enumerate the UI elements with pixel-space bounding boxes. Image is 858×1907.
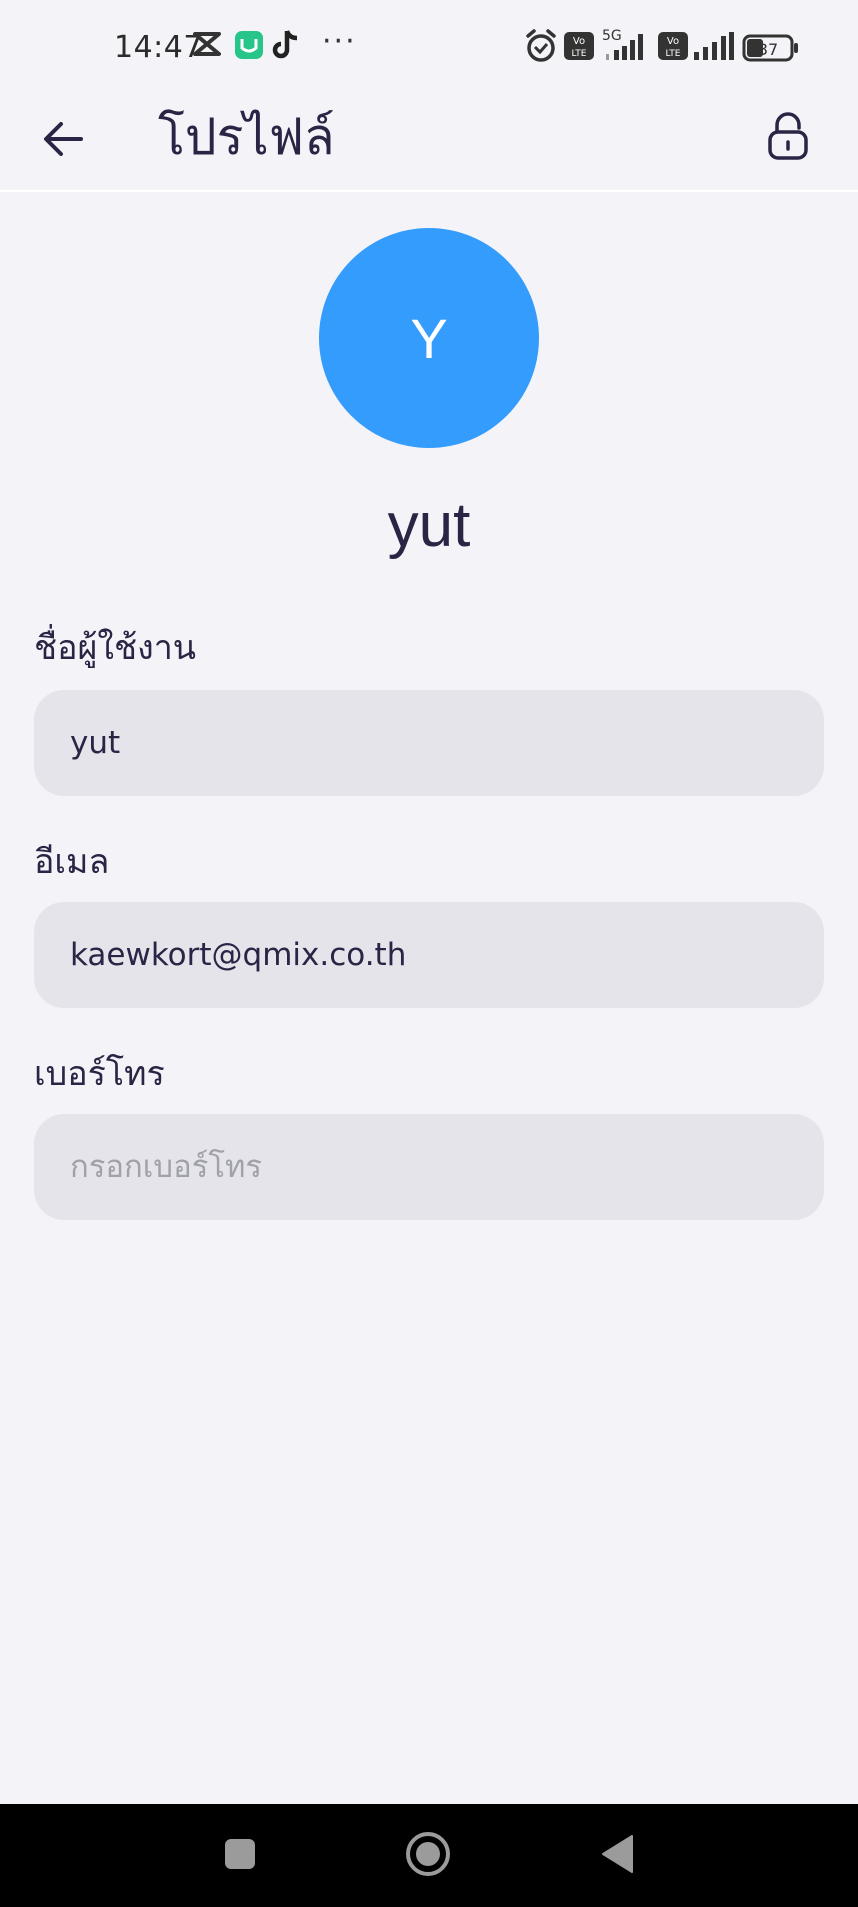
battery-level: 37	[758, 40, 778, 59]
email-field[interactable]	[34, 902, 824, 1008]
nav-back-button[interactable]	[588, 1824, 648, 1884]
status-time: 14:47	[114, 30, 203, 65]
volte-icon-2: Vo LTE	[658, 32, 688, 72]
alarm-icon	[524, 28, 558, 68]
status-bar: 14:47 ··· Vo LTE 5G Vo LTE 37	[0, 0, 858, 96]
battery-icon: 37	[742, 34, 800, 74]
username-field[interactable]	[34, 690, 824, 796]
page-title: โปรไฟล์	[158, 108, 335, 166]
tiktok-icon	[272, 28, 302, 64]
avatar-initial: Y	[410, 306, 448, 370]
back-button[interactable]	[34, 110, 92, 168]
signal-5g-icon: 5G	[600, 24, 654, 64]
circle-home-icon	[406, 1832, 450, 1876]
svg-text:LTE: LTE	[572, 49, 587, 59]
phone-field[interactable]	[34, 1114, 824, 1220]
email-label: อีเมล	[34, 842, 110, 882]
arrow-left-icon	[44, 122, 83, 156]
home-button[interactable]	[398, 1824, 458, 1884]
volte-icon: Vo LTE	[564, 32, 594, 72]
signal-icon	[692, 32, 734, 72]
svg-text:LTE: LTE	[666, 49, 681, 59]
triangle-back-icon	[602, 1835, 633, 1873]
lock-icon	[768, 112, 808, 160]
display-name: yut	[387, 491, 471, 560]
username-label: ชื่อผู้ใช้งาน	[34, 628, 197, 668]
profile-screen: 14:47 ··· Vo LTE 5G Vo LTE 37 โปรไฟล์ Y …	[0, 0, 858, 1907]
capcut-icon	[192, 30, 222, 62]
system-nav-bar	[0, 1804, 858, 1907]
app-notification-icon	[234, 30, 264, 64]
phone-label: เบอร์โทร	[34, 1054, 165, 1094]
svg-text:Vo: Vo	[667, 36, 679, 47]
svg-text:5G: 5G	[602, 28, 622, 44]
app-bar: โปรไฟล์	[0, 96, 858, 192]
square-icon	[225, 1839, 255, 1869]
svg-text:Vo: Vo	[573, 36, 585, 47]
avatar: Y	[319, 228, 539, 448]
lock-button[interactable]	[758, 106, 818, 166]
recents-button[interactable]	[210, 1824, 270, 1884]
more-notifications-icon: ···	[322, 24, 357, 59]
